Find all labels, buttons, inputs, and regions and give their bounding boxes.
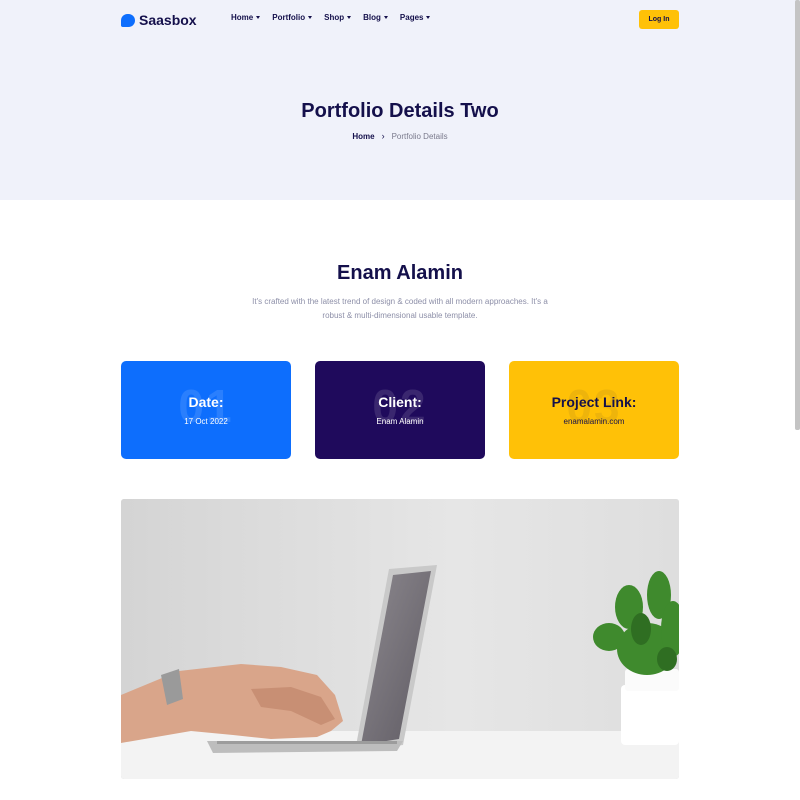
- breadcrumb-home-link[interactable]: Home: [352, 132, 374, 141]
- page-title: Portfolio Details Two: [301, 100, 499, 122]
- info-card-date: 01 Date: 17 Oct 2022: [121, 361, 291, 459]
- chevron-down-icon: [383, 16, 388, 19]
- page: Saasbox Home Portfolio Shop Blog Pages L…: [0, 0, 800, 800]
- breadcrumb-separator-icon: ›: [381, 131, 385, 141]
- nav-item-portfolio[interactable]: Portfolio: [272, 13, 313, 22]
- logo-text: Saasbox: [139, 12, 197, 28]
- breadcrumb: Home › Portfolio Details: [0, 131, 800, 141]
- logo[interactable]: Saasbox: [121, 11, 197, 29]
- project-title: Enam Alamin: [337, 262, 463, 284]
- chevron-down-icon: [347, 16, 352, 19]
- info-card-client: 02 Client: Enam Alamin: [315, 361, 485, 459]
- navbar: Saasbox Home Portfolio Shop Blog Pages L…: [121, 9, 679, 31]
- project-description: It's crafted with the latest trend of de…: [252, 297, 548, 320]
- card-label: Client:: [378, 394, 422, 410]
- nav-item-home[interactable]: Home: [231, 13, 261, 22]
- logo-icon: [121, 13, 135, 27]
- nav-item-pages[interactable]: Pages: [400, 13, 431, 22]
- nav-item-blog[interactable]: Blog: [363, 13, 388, 22]
- login-button[interactable]: Log In: [639, 10, 679, 29]
- nav-item-shop[interactable]: Shop: [324, 13, 352, 22]
- chevron-down-icon: [256, 16, 261, 19]
- card-value: Enam Alamin: [376, 417, 424, 426]
- project-image: [121, 499, 679, 779]
- card-value: 17 Oct 2022: [184, 417, 228, 426]
- main-nav: Home Portfolio Shop Blog Pages: [231, 13, 431, 22]
- page-header: Saasbox Home Portfolio Shop Blog Pages L…: [0, 0, 800, 200]
- chevron-down-icon: [308, 16, 313, 19]
- card-label: Date:: [188, 394, 224, 410]
- project-link[interactable]: enamalamin.com: [509, 417, 679, 426]
- scrollbar[interactable]: [795, 0, 800, 430]
- breadcrumb-current: Portfolio Details: [391, 131, 448, 141]
- info-card-project-link: 03 Project Link: enamalamin.com: [509, 361, 679, 459]
- chevron-down-icon: [426, 16, 431, 19]
- card-label: Project Link:: [551, 394, 637, 410]
